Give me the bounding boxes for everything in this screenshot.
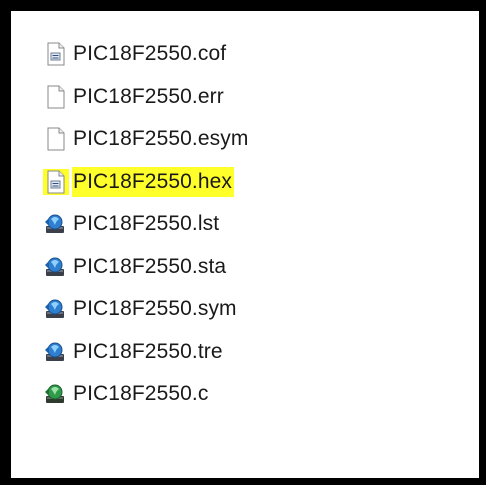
- file-item-sta[interactable]: PIC18F2550.sta: [43, 246, 250, 289]
- file-name: PIC18F2550.lst: [73, 212, 220, 236]
- ccs-app-icon: [43, 296, 69, 322]
- file-list: PIC18F2550.cof PIC18F2550.err PIC18F2550…: [43, 33, 250, 416]
- file-item-tre[interactable]: PIC18F2550.tre: [43, 331, 250, 374]
- file-name: PIC18F2550.tre: [73, 339, 223, 363]
- file-name: PIC18F2550.cof: [73, 42, 227, 66]
- ccs-app-icon: [43, 211, 69, 237]
- file-item-sym[interactable]: PIC18F2550.sym: [43, 288, 250, 331]
- file-name: PIC18F2550.hex: [72, 166, 235, 197]
- file-item-cof[interactable]: PIC18F2550.cof: [43, 33, 250, 76]
- file-item-err[interactable]: PIC18F2550.err: [43, 76, 250, 119]
- file-list-frame: PIC18F2550.cof PIC18F2550.err PIC18F2550…: [0, 0, 486, 485]
- file-name: PIC18F2550.sta: [73, 254, 227, 278]
- file-item-lst[interactable]: PIC18F2550.lst: [43, 203, 250, 246]
- ccs-app-icon: [43, 339, 69, 365]
- blank-doc-icon: [43, 126, 69, 152]
- file-name: PIC18F2550.esym: [73, 127, 249, 151]
- file-item-c[interactable]: PIC18F2550.c: [43, 373, 250, 416]
- file-name: PIC18F2550.c: [73, 382, 209, 406]
- ccs-source-icon: [43, 381, 69, 407]
- file-item-esym[interactable]: PIC18F2550.esym: [43, 118, 250, 161]
- file-name: PIC18F2550.sym: [73, 297, 237, 321]
- file-item-hex[interactable]: PIC18F2550.hex: [43, 161, 250, 204]
- file-name: PIC18F2550.err: [73, 84, 224, 108]
- calc-doc-icon: [43, 41, 69, 67]
- ccs-app-icon: [43, 254, 69, 280]
- blank-doc-icon: [43, 84, 69, 110]
- calc-doc-icon: [43, 168, 69, 195]
